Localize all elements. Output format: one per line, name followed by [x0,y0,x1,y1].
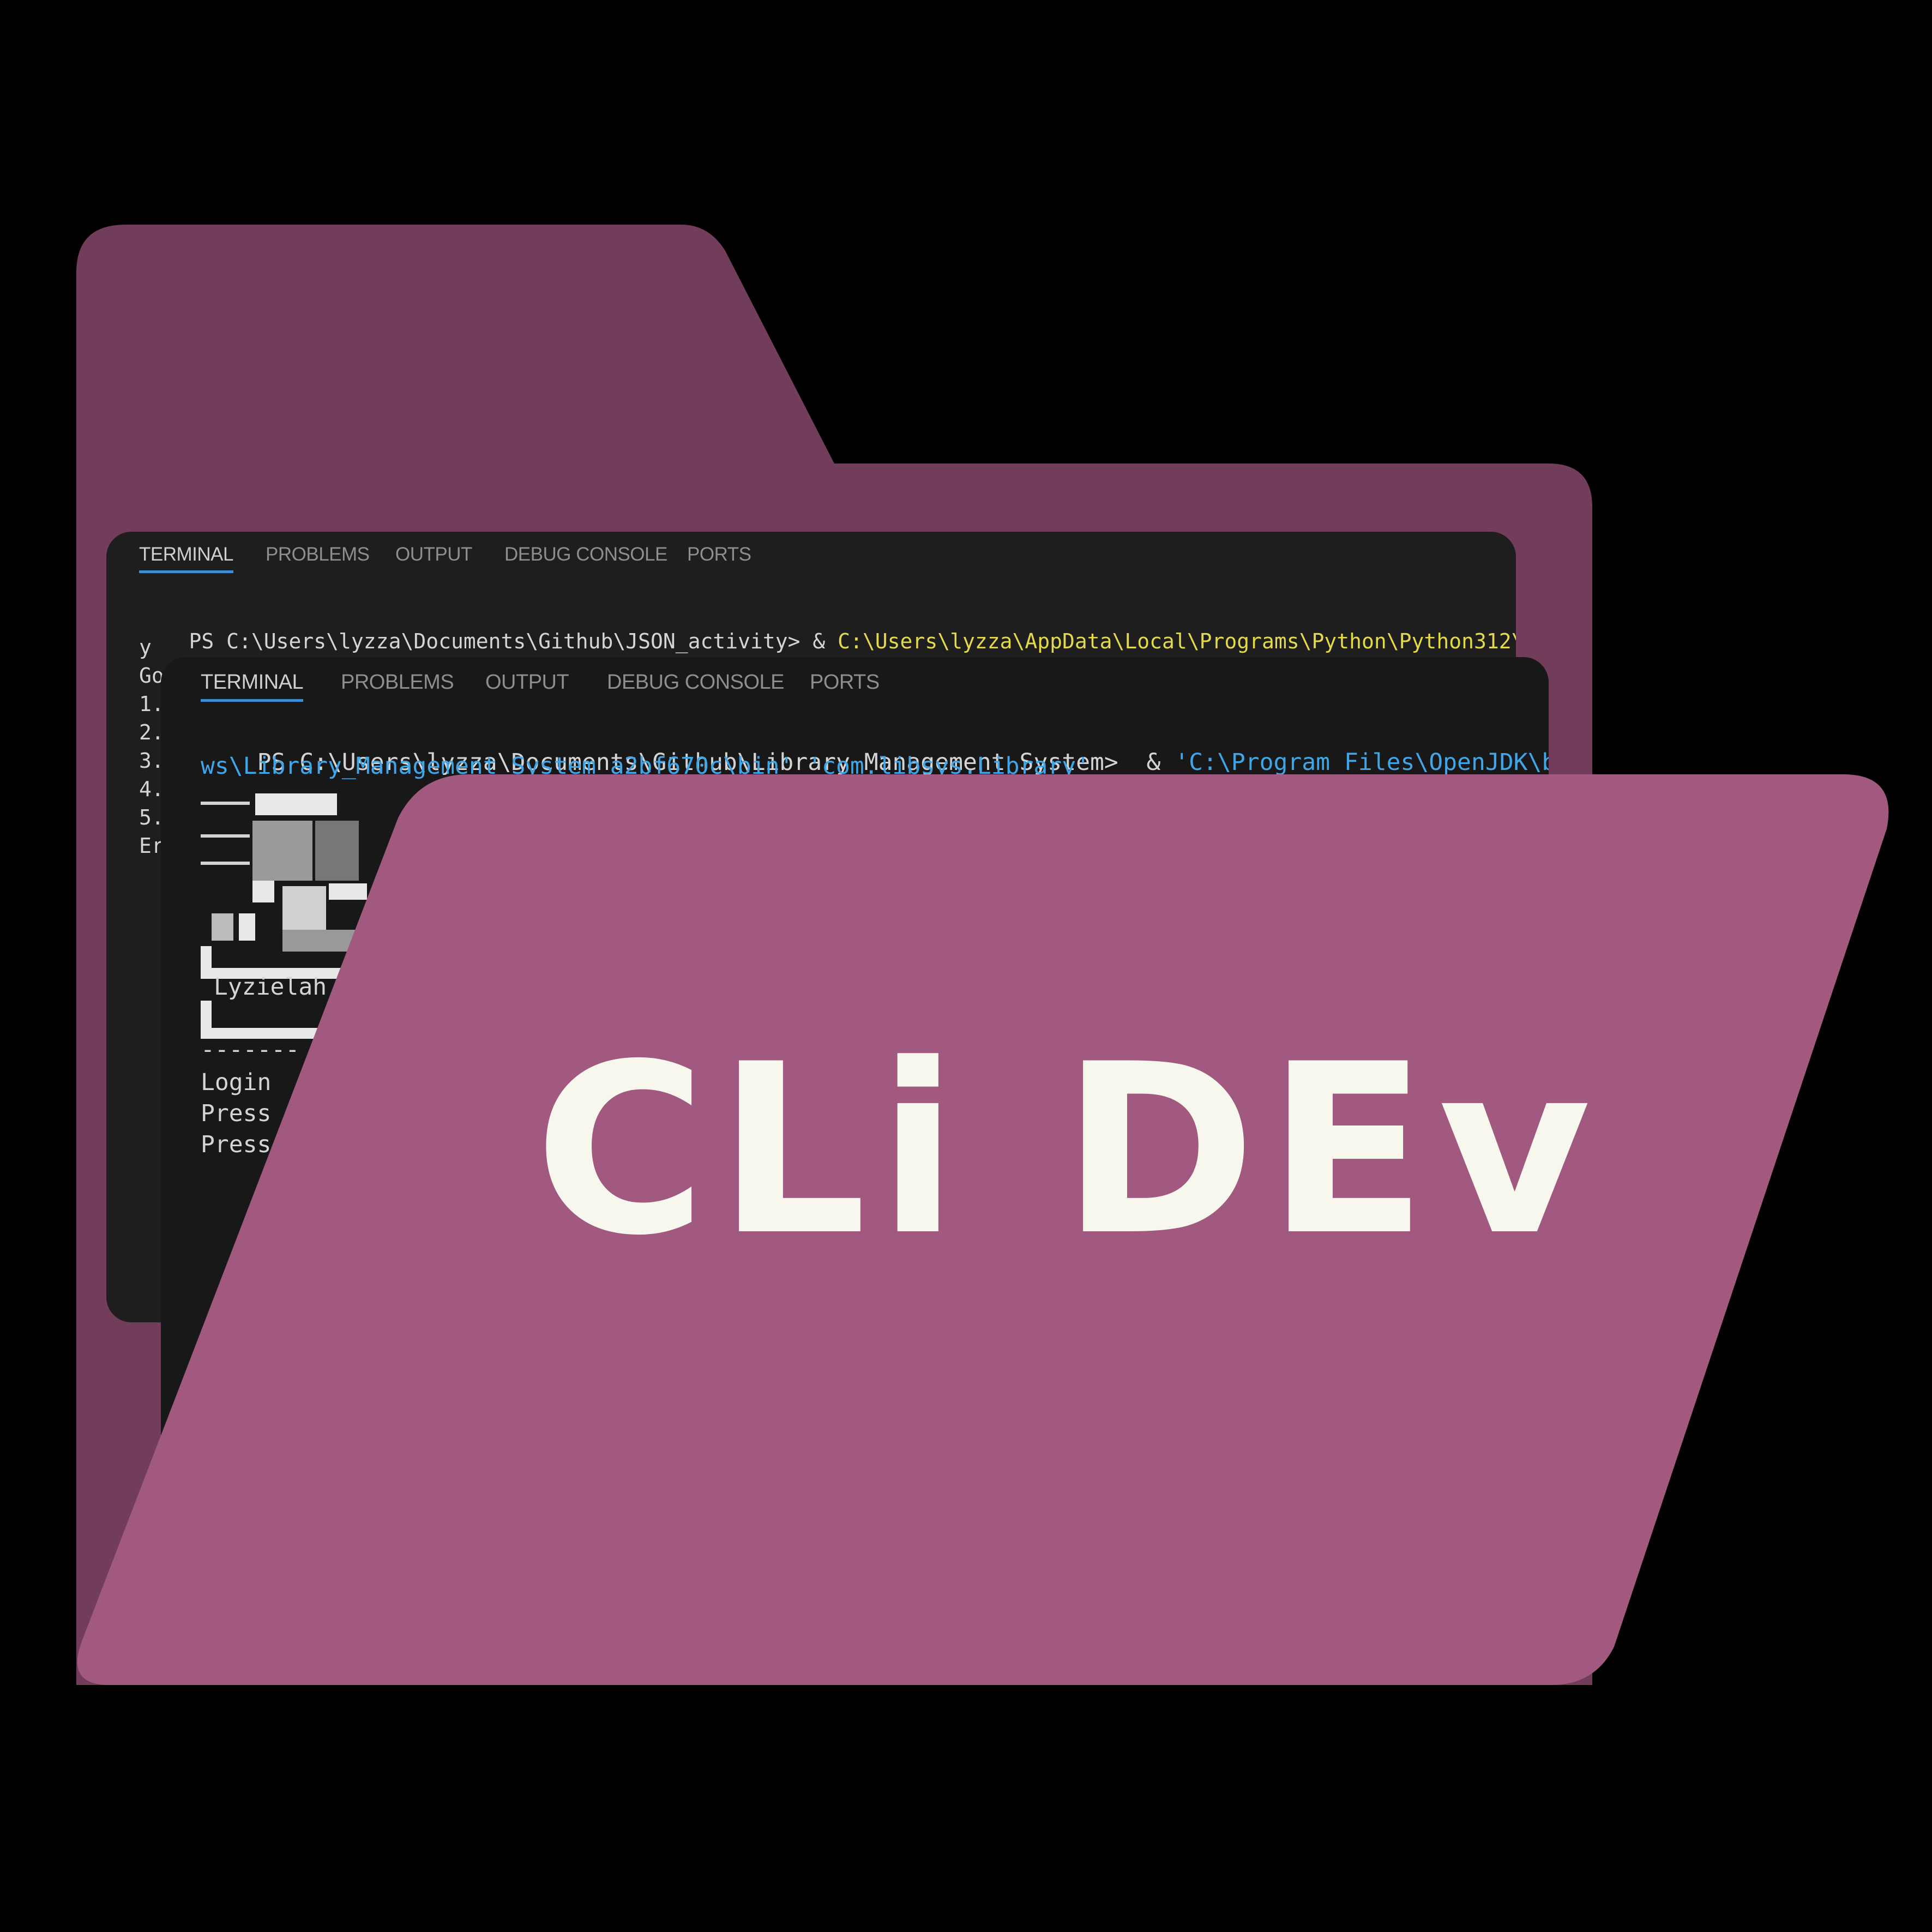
title-text: CLi DEv [534,1014,1602,1287]
folder-title: CLi DEv [534,998,1591,1303]
folder-front-flap [77,774,1889,1685]
